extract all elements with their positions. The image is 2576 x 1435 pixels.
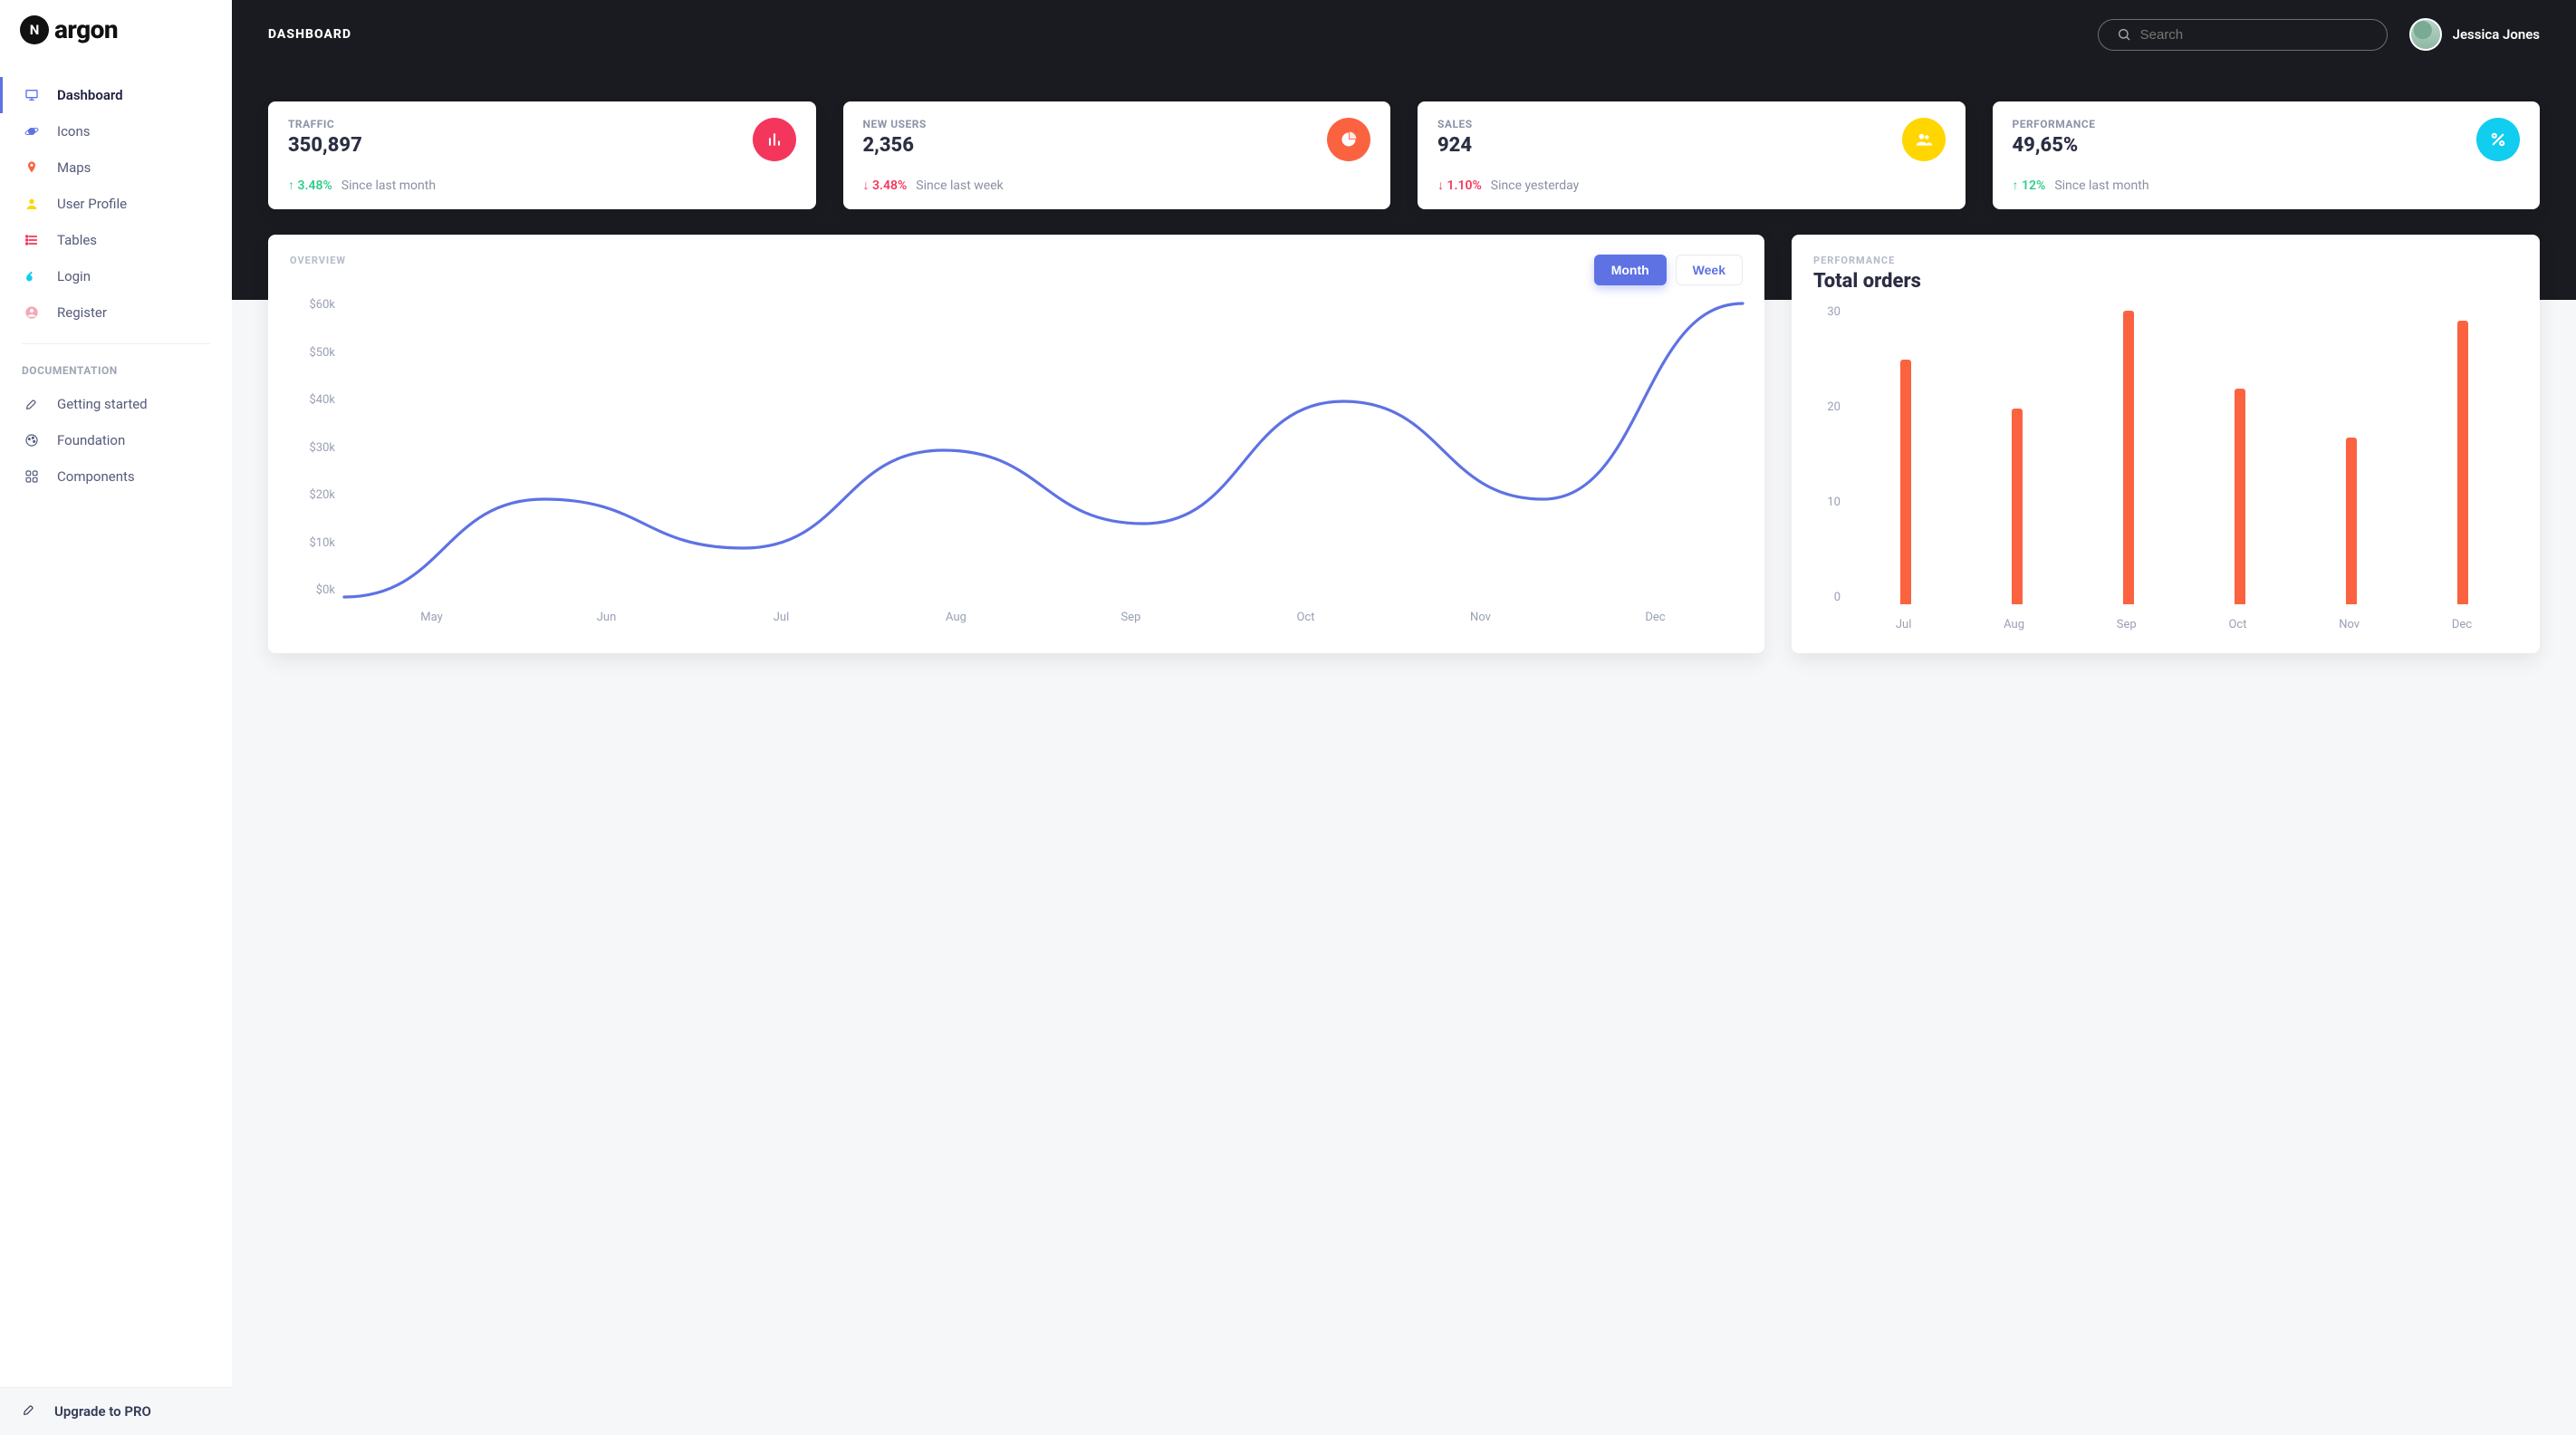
bar-chart-y-axis: 3020100: [1813, 305, 1841, 604]
sidebar-item-dashboard[interactable]: Dashboard: [0, 77, 232, 113]
stat-delta: ↓ 3.48%: [863, 178, 908, 193]
line-chart-x-axis: MayJunJulAugSepOctNovDec: [344, 611, 1743, 624]
sidebar-item-user-profile[interactable]: User Profile: [0, 186, 232, 222]
bar: [2123, 311, 2134, 604]
nav-label: Tables: [57, 232, 97, 248]
stat-value: 2,356: [863, 134, 927, 157]
stat-since: Since yesterday: [1491, 178, 1580, 193]
rocket-icon: [22, 1402, 36, 1421]
users-icon: [1902, 118, 1946, 161]
range-month-button[interactable]: Month: [1594, 255, 1667, 285]
sidebar-item-maps[interactable]: Maps: [0, 149, 232, 186]
bar: [1900, 360, 1911, 604]
sidebar-doc-components[interactable]: Components: [0, 458, 232, 495]
nav-label: Register: [57, 304, 107, 321]
stat-delta: ↑ 3.48%: [288, 178, 332, 193]
line-chart: $60k$50k$40k$30k$20k$10k$0k MayJunJulAug…: [290, 298, 1743, 624]
monitor-icon: [24, 88, 39, 102]
bar: [2235, 389, 2245, 604]
list-icon: [24, 233, 39, 247]
line-chart-y-axis: $60k$50k$40k$30k$20k$10k$0k: [290, 298, 335, 597]
nav-label: Login: [57, 268, 91, 284]
nav-label: Components: [57, 468, 135, 485]
avatar: [2409, 18, 2442, 51]
modules-icon: [24, 469, 39, 484]
sidebar: N argon Dashboard Icons Maps User Profil…: [0, 0, 232, 1435]
stat-value: 49,65%: [2013, 134, 2096, 157]
upgrade-to-pro-button[interactable]: Upgrade to PRO: [0, 1387, 232, 1435]
nav-label: Getting started: [57, 396, 148, 412]
pie-chart-icon: [1327, 118, 1370, 161]
bar-chart-bars: [1850, 311, 2518, 604]
sidebar-doc-foundation[interactable]: Foundation: [0, 422, 232, 458]
nav-label: Foundation: [57, 432, 125, 448]
user-icon: [24, 197, 39, 211]
nav-label: Icons: [57, 123, 91, 140]
sidebar-item-login[interactable]: Login: [0, 258, 232, 294]
planet-icon: [24, 124, 39, 139]
range-week-button[interactable]: Week: [1676, 255, 1743, 285]
percent-icon: [2476, 118, 2520, 161]
user-menu[interactable]: Jessica Jones: [2409, 18, 2540, 51]
bar-chart: 3020100 JulAugSepOctNovDec: [1813, 305, 2518, 631]
stat-value: 924: [1437, 134, 1473, 157]
user-circle-icon: [24, 305, 39, 320]
sales-overview-panel: OVERVIEW Month Week $60k$50k$40k$30k$20k…: [268, 235, 1764, 653]
primary-nav: Dashboard Icons Maps User Profile Tables…: [0, 70, 232, 495]
page-title: DASHBOARD: [268, 27, 351, 42]
docs-heading: DOCUMENTATION: [0, 357, 232, 386]
pin-icon: [24, 160, 39, 175]
stat-since: Since last month: [341, 178, 436, 193]
sidebar-item-icons[interactable]: Icons: [0, 113, 232, 149]
stat-label: SALES: [1437, 118, 1473, 130]
stat-card-performance: PERFORMANCE 49,65% ↑ 12% Since last mont…: [1993, 101, 2541, 209]
sidebar-item-register[interactable]: Register: [0, 294, 232, 331]
stat-label: PERFORMANCE: [2013, 118, 2096, 130]
charts-row: OVERVIEW Month Week $60k$50k$40k$30k$20k…: [268, 235, 2540, 653]
stat-cards: TRAFFIC 350,897 ↑ 3.48% Since last month…: [268, 101, 2540, 209]
sidebar-doc-getting-started[interactable]: Getting started: [0, 386, 232, 422]
panel-overline: PERFORMANCE: [1813, 255, 1921, 266]
stat-delta: ↓ 1.10%: [1437, 178, 1482, 193]
bar-chart-x-axis: JulAugSepOctNovDec: [1850, 618, 2518, 631]
stat-value: 350,897: [288, 134, 362, 157]
logo-mark-icon: N: [20, 15, 49, 44]
topbar: DASHBOARD Jessica Jones: [268, 18, 2540, 51]
stat-label: NEW USERS: [863, 118, 927, 130]
stat-label: TRAFFIC: [288, 118, 362, 130]
palette-icon: [24, 433, 39, 448]
panel-overline: OVERVIEW: [290, 255, 346, 266]
sidebar-item-tables[interactable]: Tables: [0, 222, 232, 258]
bar: [2346, 438, 2357, 604]
brand-name: argon: [54, 14, 118, 44]
main-content: DASHBOARD Jessica Jones TRAFFIC: [232, 0, 2576, 1435]
rocket-icon: [24, 397, 39, 411]
total-orders-panel: PERFORMANCE Total orders 3020100 JulAugS…: [1792, 235, 2540, 653]
bar: [2012, 409, 2023, 604]
search-input[interactable]: [2140, 27, 2369, 43]
key-icon: [24, 269, 39, 284]
stat-card-new-users: NEW USERS 2,356 ↓ 3.48% Since last week: [843, 101, 1391, 209]
user-name: Jessica Jones: [2453, 26, 2540, 43]
search-field[interactable]: [2098, 19, 2388, 51]
nav-label: Maps: [57, 159, 91, 176]
stat-card-traffic: TRAFFIC 350,897 ↑ 3.48% Since last month: [268, 101, 816, 209]
panel-title: Total orders: [1813, 270, 1921, 293]
search-icon: [2117, 27, 2131, 42]
brand-logo[interactable]: N argon: [0, 0, 232, 70]
nav-label: User Profile: [57, 196, 127, 212]
stat-since: Since last month: [2054, 178, 2148, 193]
upgrade-label: Upgrade to PRO: [54, 1403, 151, 1420]
nav-label: Dashboard: [57, 87, 123, 103]
stat-delta: ↑ 12%: [2013, 178, 2046, 193]
nav-divider: [22, 343, 210, 344]
bar-chart-icon: [753, 118, 796, 161]
bar: [2457, 321, 2468, 604]
range-toggle: Month Week: [1594, 255, 1743, 285]
stat-card-sales: SALES 924 ↓ 1.10% Since yesterday: [1418, 101, 1966, 209]
stat-since: Since last week: [916, 178, 1003, 193]
